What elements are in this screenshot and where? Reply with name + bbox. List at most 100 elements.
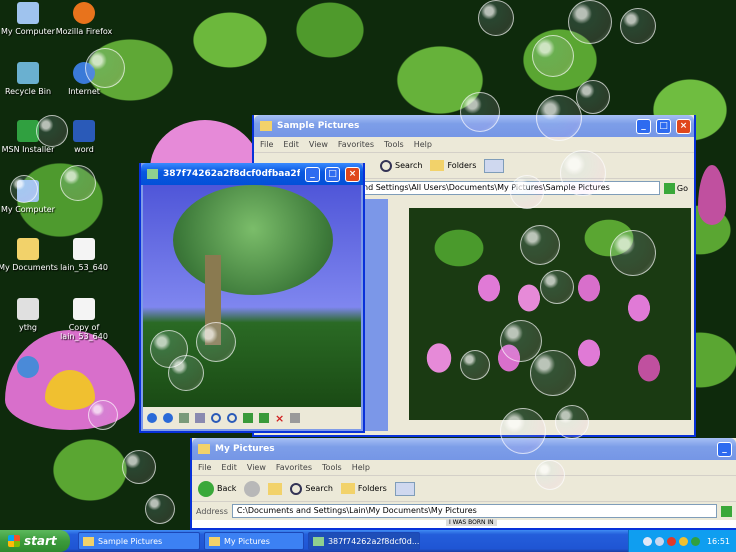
computer-icon: [17, 2, 39, 24]
up-folder-icon[interactable]: [268, 482, 283, 495]
menu-favorites[interactable]: Favorites: [338, 140, 374, 149]
menu-view[interactable]: View: [309, 140, 328, 149]
viewer-toolbar: ×: [143, 407, 361, 429]
shortcut-icon: [17, 298, 39, 320]
screensaver-bubble: [536, 95, 582, 141]
folder-icon: [260, 121, 272, 131]
desktop-icon-copy-lain[interactable]: Copy of lain_53_640: [52, 298, 116, 341]
screensaver-bubble: [88, 400, 118, 430]
maximize-button[interactable]: □: [325, 166, 340, 182]
previous-icon[interactable]: [147, 413, 157, 423]
views-button[interactable]: [394, 481, 415, 496]
screensaver-bubble: [500, 320, 542, 362]
slideshow-icon[interactable]: [195, 413, 205, 423]
desktop-icon-lain[interactable]: lain_53_640: [52, 238, 116, 272]
security-icon[interactable]: [666, 536, 676, 546]
image-file-icon: [73, 298, 95, 320]
taskbar: start Sample Pictures My Pictures 387f74…: [0, 530, 736, 552]
screensaver-bubble: [145, 494, 175, 524]
desktop-icon-my-computer[interactable]: My Computer: [0, 2, 60, 36]
screensaver-bubble: [460, 92, 500, 132]
menu-tools[interactable]: Tools: [384, 140, 404, 149]
delete-icon[interactable]: ×: [275, 412, 284, 425]
menu-view[interactable]: View: [247, 463, 266, 472]
folders-icon: [340, 483, 355, 494]
screensaver-bubble: [568, 0, 612, 44]
menu-edit[interactable]: Edit: [221, 463, 237, 472]
back-button[interactable]: Back: [198, 480, 236, 497]
start-button[interactable]: start: [0, 530, 70, 552]
tree-canopy: [173, 185, 333, 295]
firefox-icon: [73, 2, 95, 24]
task-pane: [364, 199, 388, 431]
address-input[interactable]: nd Settings\All Users\Documents\My Pictu…: [358, 181, 660, 195]
search-button[interactable]: Search: [290, 482, 333, 495]
screensaver-bubble: [36, 115, 68, 147]
actual-size-icon[interactable]: [179, 413, 189, 423]
search-button[interactable]: Search: [380, 159, 422, 172]
views-button[interactable]: [484, 158, 505, 173]
close-button[interactable]: ×: [676, 118, 691, 134]
task-my-pictures[interactable]: My Pictures: [204, 532, 304, 550]
rotate-icon[interactable]: [243, 413, 253, 423]
menu-help[interactable]: Help: [352, 463, 370, 472]
menu-file[interactable]: File: [260, 140, 273, 149]
forward-button[interactable]: [244, 480, 261, 497]
my-pictures-titlebar[interactable]: My Pictures _: [192, 438, 736, 460]
search-icon: [290, 482, 303, 495]
word-icon: [73, 120, 95, 142]
go-button[interactable]: [721, 505, 732, 517]
thumbnail-caption: I WAS BORN IN: [446, 519, 497, 526]
viewer-titlebar[interactable]: 387f74262a2f8dcf0dfbaa2fd43... _ □ ×: [141, 163, 363, 185]
update-icon[interactable]: [678, 536, 688, 546]
wallpaper-lotus: [698, 165, 726, 225]
address-input[interactable]: C:\Documents and Settings\Lain\My Docume…: [231, 504, 717, 518]
menu-tools[interactable]: Tools: [322, 463, 342, 472]
zoom-in-icon[interactable]: [211, 413, 221, 423]
minimize-button[interactable]: _: [636, 118, 651, 134]
menu-help[interactable]: Help: [414, 140, 432, 149]
minimize-button[interactable]: _: [305, 166, 320, 182]
menu-file[interactable]: File: [198, 463, 211, 472]
desktop-icon-my-documents[interactable]: My Documents: [0, 238, 60, 272]
media-player-icon: [17, 356, 39, 378]
go-arrow-icon: [663, 182, 675, 194]
folders-button[interactable]: Folders: [340, 483, 387, 494]
recycle-bin-icon: [17, 62, 39, 84]
thumbnail-strip: I WAS BORN IN: [192, 519, 736, 528]
image-viewer-window[interactable]: 387f74262a2f8dcf0dfbaa2fd43... _ □ × ×: [139, 163, 365, 433]
desktop-icon-ythg[interactable]: ythg: [0, 298, 60, 332]
toolbar: Back Search Folders: [192, 476, 736, 502]
screensaver-bubble: [555, 405, 589, 439]
task-sample-pictures[interactable]: Sample Pictures: [78, 532, 200, 550]
windows-logo-icon: [8, 535, 20, 547]
screensaver-bubble: [500, 408, 546, 454]
window-title: My Pictures: [215, 444, 275, 454]
go-button[interactable]: Go: [663, 182, 694, 194]
zoom-out-icon[interactable]: [227, 413, 237, 423]
menu-favorites[interactable]: Favorites: [276, 463, 312, 472]
menu-edit[interactable]: Edit: [283, 140, 299, 149]
screensaver-bubble: [530, 350, 576, 396]
desktop-icon-firefox[interactable]: Mozilla Firefox: [52, 2, 116, 36]
screensaver-bubble: [620, 8, 656, 44]
screensaver-bubble: [520, 225, 560, 265]
folder-icon: [209, 536, 220, 546]
rotate-icon[interactable]: [259, 413, 269, 423]
close-button[interactable]: ×: [345, 166, 360, 182]
screensaver-bubble: [122, 450, 156, 484]
volume-icon[interactable]: [654, 536, 664, 546]
screensaver-bubble: [540, 270, 574, 304]
maximize-button[interactable]: □: [656, 118, 671, 134]
network-icon[interactable]: [642, 536, 652, 546]
desktop-icon-media[interactable]: [0, 356, 60, 381]
minimize-button[interactable]: _: [717, 441, 732, 457]
desktop-icon-recycle-bin[interactable]: Recycle Bin: [0, 62, 60, 96]
address-label: Address: [196, 506, 228, 516]
messenger-icon[interactable]: [690, 536, 700, 546]
next-icon[interactable]: [163, 413, 173, 423]
my-pictures-window[interactable]: My Pictures _ File Edit View Favorites T…: [190, 438, 736, 530]
folders-button[interactable]: Folders: [430, 160, 476, 171]
print-icon[interactable]: [290, 413, 301, 423]
task-image-viewer[interactable]: 387f74262a2f8dcf0d...: [308, 532, 420, 550]
